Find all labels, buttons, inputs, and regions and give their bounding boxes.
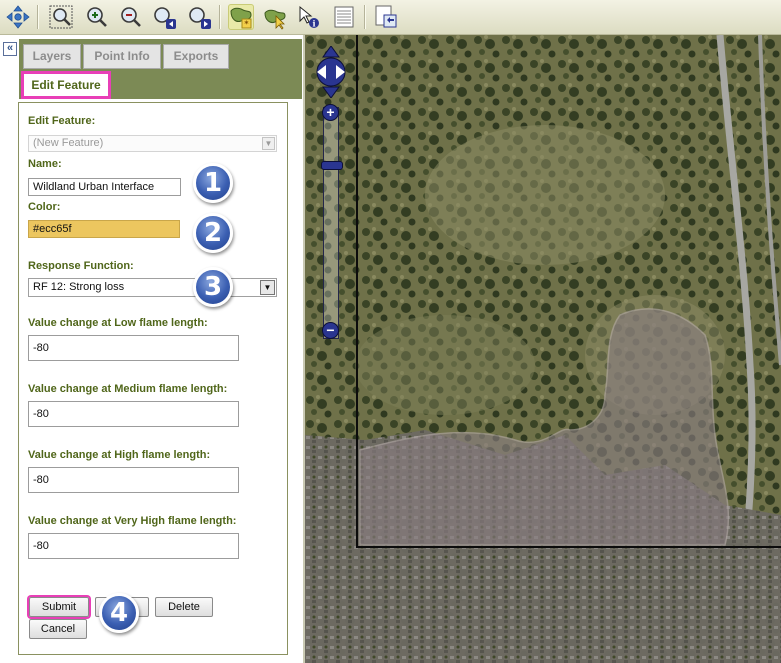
- color-label: Color:: [28, 201, 61, 213]
- zoom-next-icon[interactable]: [186, 4, 212, 30]
- name-field[interactable]: [28, 178, 181, 196]
- very-high-flame-label: Value change at Very High flame length:: [28, 515, 237, 527]
- step-badge: 4: [99, 593, 139, 633]
- zoom-full-extent-icon[interactable]: [48, 4, 74, 30]
- collapse-panel-button[interactable]: «: [3, 42, 17, 56]
- toolbar-divider: [219, 5, 221, 29]
- tab-exports[interactable]: Exports: [163, 44, 229, 69]
- response-function-value: RF 12: Strong loss: [33, 281, 125, 293]
- edit-feature-icon[interactable]: *: [228, 4, 254, 30]
- step-badge: 1: [193, 163, 233, 203]
- high-flame-label: Value change at High flame length:: [28, 449, 211, 461]
- chevron-down-icon[interactable]: ▼: [260, 280, 275, 295]
- edit-feature-select-value: (New Feature): [33, 137, 104, 149]
- medium-flame-label: Value change at Medium flame length:: [28, 383, 228, 395]
- pan-arrows-icon[interactable]: [5, 4, 31, 30]
- zoom-in-icon[interactable]: [83, 4, 109, 30]
- identify-icon[interactable]: i: [296, 4, 322, 30]
- step-badge: 2: [193, 213, 233, 253]
- edit-feature-form: Edit Feature: (New Feature) ▼ Name: Colo…: [18, 102, 288, 655]
- toolbar-divider: [364, 5, 366, 29]
- svg-text:i: i: [312, 19, 315, 29]
- aerial-imagery: [305, 35, 781, 663]
- edit-feature-select: (New Feature) ▼: [28, 135, 277, 152]
- cancel-button[interactable]: Cancel: [29, 619, 87, 639]
- export-map-icon[interactable]: [373, 4, 399, 30]
- edit-feature-label: Edit Feature:: [28, 115, 96, 127]
- zoom-out-icon[interactable]: [117, 4, 143, 30]
- map-view[interactable]: + −: [305, 35, 781, 663]
- delete-button[interactable]: Delete: [155, 597, 213, 617]
- zoom-slider-track[interactable]: + −: [321, 104, 343, 339]
- tab-layers[interactable]: Layers: [23, 44, 81, 69]
- zoom-out-button[interactable]: −: [322, 322, 339, 339]
- panel-tab-strip: Layers Point Info Exports Edit Feature: [19, 39, 302, 99]
- low-flame-field[interactable]: [28, 335, 239, 361]
- response-function-select[interactable]: RF 12: Strong loss ▼: [28, 278, 277, 297]
- color-field[interactable]: [28, 220, 180, 238]
- submit-button[interactable]: Submit: [29, 597, 89, 617]
- zoom-in-button[interactable]: +: [322, 104, 339, 121]
- name-label: Name:: [28, 158, 62, 170]
- step-badge: 3: [193, 267, 233, 307]
- chevron-down-icon: ▼: [262, 137, 275, 150]
- zoom-slider-handle[interactable]: [321, 161, 343, 170]
- toolbar-divider: [37, 5, 39, 29]
- low-flame-label: Value change at Low flame length:: [28, 317, 208, 329]
- medium-flame-field[interactable]: [28, 401, 239, 427]
- attribute-table-icon[interactable]: [331, 4, 357, 30]
- side-panel: « Layers Point Info Exports Edit Feature…: [0, 35, 305, 663]
- response-function-label: Response Function:: [28, 260, 134, 272]
- select-feature-icon[interactable]: [262, 4, 288, 30]
- tab-point-info[interactable]: Point Info: [83, 44, 161, 69]
- map-toolbar: * i: [0, 0, 781, 35]
- high-flame-field[interactable]: [28, 467, 239, 493]
- very-high-flame-field[interactable]: [28, 533, 239, 559]
- tab-edit-feature[interactable]: Edit Feature: [21, 71, 111, 99]
- zoom-previous-icon[interactable]: [151, 4, 177, 30]
